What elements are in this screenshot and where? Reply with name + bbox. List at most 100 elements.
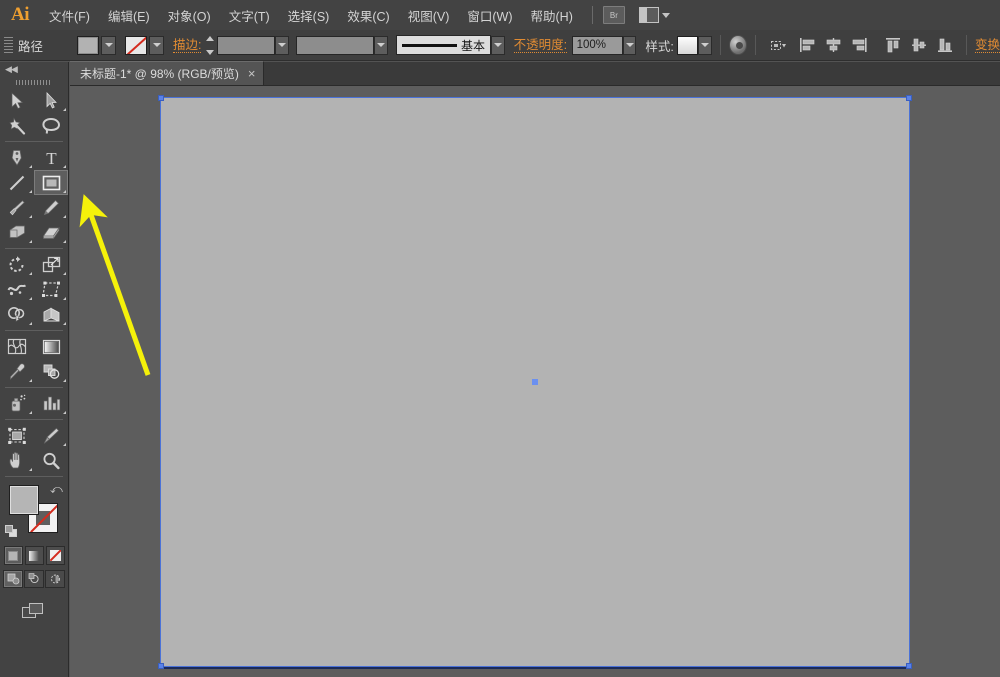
selected-rectangle-object[interactable] (158, 95, 912, 669)
align-bottom-icon[interactable] (935, 35, 955, 55)
stroke-weight-stepper[interactable] (205, 35, 216, 55)
transform-panel-link[interactable]: 变换 (974, 38, 1000, 53)
menu-object[interactable]: 对象(O) (159, 0, 220, 30)
menu-bar: Ai 文件(F) 编辑(E) 对象(O) 文字(T) 选择(S) 效果(C) 视… (0, 0, 1000, 30)
fill-dropdown-arrow[interactable] (101, 35, 117, 55)
scale-tool[interactable] (34, 252, 68, 277)
close-icon[interactable]: × (248, 67, 256, 80)
stroke-color-control[interactable] (125, 35, 165, 55)
tool-expand-corner-icon (29, 165, 32, 168)
slice-tool[interactable] (34, 423, 68, 448)
draw-normal-button[interactable] (3, 570, 23, 588)
collapse-panel-icon[interactable]: ◀◀ (0, 62, 68, 76)
tool-expand-corner-icon (63, 190, 66, 193)
lasso-tool[interactable] (34, 113, 68, 138)
opacity-input[interactable]: 100% (571, 35, 623, 55)
rectangle-tool[interactable] (34, 170, 68, 195)
draw-inside-button[interactable] (45, 570, 65, 588)
fill-swatch[interactable] (77, 35, 100, 55)
hand-tool[interactable] (0, 448, 34, 473)
menu-edit[interactable]: 编辑(E) (99, 0, 159, 30)
bridge-icon[interactable]: Br (602, 6, 625, 24)
gradient-tool[interactable] (34, 334, 68, 359)
column-graph-tool[interactable] (34, 391, 68, 416)
default-fill-stroke-icon[interactable] (5, 525, 19, 539)
opacity-dropdown-arrow[interactable] (622, 35, 637, 55)
document-tab[interactable]: 未标题-1* @ 98% (RGB/预览) × (70, 61, 265, 85)
brush-definition-select[interactable]: 基本 (395, 35, 492, 55)
align-right-icon[interactable] (849, 35, 869, 55)
zoom-tool[interactable] (34, 448, 68, 473)
screen-mode-button[interactable] (0, 602, 68, 624)
shape-builder-tool[interactable] (0, 302, 34, 327)
free-transform-tool[interactable] (34, 277, 68, 302)
width-tool[interactable] (0, 277, 34, 302)
isolate-selected-object-icon[interactable] (767, 35, 787, 55)
menu-help[interactable]: 帮助(H) (522, 0, 582, 30)
gradient-mode-button[interactable] (24, 546, 44, 565)
brush-dropdown-arrow[interactable] (491, 35, 505, 55)
opacity-label[interactable]: 不透明度: (513, 38, 568, 53)
brush-definition-label: 基本 (461, 38, 486, 53)
stroke-swatch-none-icon[interactable] (125, 35, 148, 55)
center-anchor-point[interactable] (532, 379, 538, 385)
stroke-weight-input[interactable] (216, 35, 276, 55)
symbol-sprayer-tool[interactable] (0, 391, 34, 416)
screen-mode-icon (21, 602, 47, 624)
stroke-weight-dropdown-arrow[interactable] (275, 35, 289, 55)
tool-expand-corner-icon (63, 322, 66, 325)
align-center-vertical-icon[interactable] (910, 35, 930, 55)
anchor-point-bottom-right[interactable] (906, 663, 912, 669)
arrange-documents-button[interactable] (638, 7, 670, 23)
direct-selection-tool[interactable] (34, 88, 68, 113)
artboard-tool[interactable] (0, 423, 34, 448)
swap-fill-stroke-icon[interactable]: ⤺ (50, 483, 63, 496)
mesh-tool[interactable] (0, 334, 34, 359)
blend-tool[interactable] (34, 359, 68, 384)
style-dropdown-arrow[interactable] (698, 35, 712, 55)
tools-panel-grip[interactable] (0, 76, 68, 88)
stroke-weight-label[interactable]: 描边: (172, 38, 202, 53)
stroke-dropdown-arrow[interactable] (149, 35, 165, 55)
tool-expand-corner-icon (63, 379, 66, 382)
fill-color-control[interactable] (77, 35, 117, 55)
anchor-point-top-left[interactable] (158, 95, 164, 101)
none-mode-button[interactable] (45, 546, 65, 565)
selection-tool[interactable] (0, 88, 34, 113)
align-center-horizontal-icon[interactable] (824, 35, 844, 55)
menu-select[interactable]: 选择(S) (279, 0, 339, 30)
eyedropper-tool[interactable] (0, 359, 34, 384)
align-left-icon[interactable] (798, 35, 818, 55)
eraser-tool[interactable] (34, 220, 68, 245)
blob-brush-tool[interactable] (0, 220, 34, 245)
tool-group-navigation (0, 423, 69, 473)
pen-tool[interactable] (0, 145, 34, 170)
menu-type[interactable]: 文字(T) (220, 0, 279, 30)
draw-behind-button[interactable] (24, 570, 44, 588)
tool-expand-corner-icon (63, 215, 66, 218)
canvas-area[interactable] (70, 86, 1000, 677)
magic-wand-tool[interactable] (0, 113, 34, 138)
fill-swatch[interactable] (9, 485, 39, 515)
graphic-style-swatch[interactable] (677, 35, 699, 55)
rotate-tool[interactable] (0, 252, 34, 277)
perspective-grid-tool[interactable] (34, 302, 68, 327)
paintbrush-tool[interactable] (0, 195, 34, 220)
menu-file[interactable]: 文件(F) (40, 0, 99, 30)
type-tool[interactable]: T (34, 145, 68, 170)
menu-window[interactable]: 窗口(W) (458, 0, 521, 30)
variable-width-profile-select[interactable] (295, 35, 375, 55)
line-segment-tool[interactable] (0, 170, 34, 195)
anchor-point-top-right[interactable] (906, 95, 912, 101)
recolor-artwork-icon[interactable] (728, 35, 747, 55)
chevron-down-icon (661, 12, 670, 18)
color-mode-button[interactable] (3, 546, 23, 565)
pencil-tool[interactable] (34, 195, 68, 220)
control-bar-grip[interactable] (4, 37, 13, 53)
profile-dropdown-arrow[interactable] (374, 35, 388, 55)
document-tab-strip: 未标题-1* @ 98% (RGB/预览) × (70, 61, 1000, 86)
anchor-point-bottom-left[interactable] (158, 663, 164, 669)
menu-view[interactable]: 视图(V) (399, 0, 459, 30)
align-top-icon[interactable] (884, 35, 904, 55)
menu-effect[interactable]: 效果(C) (338, 0, 398, 30)
